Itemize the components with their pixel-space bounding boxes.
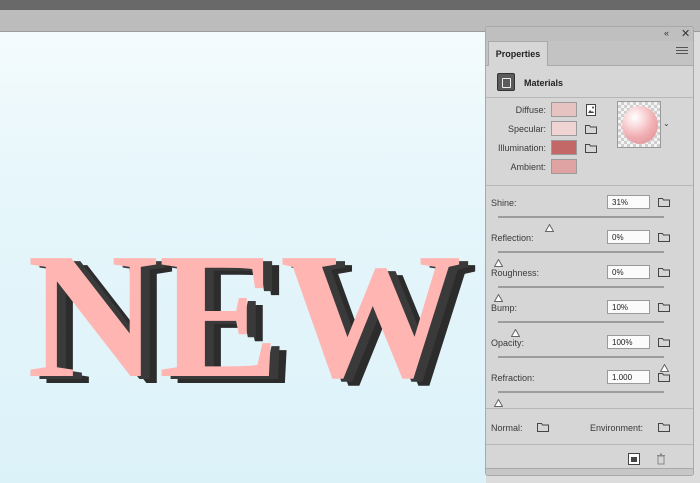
bump-value-input[interactable]: 10% (607, 300, 650, 314)
environment-label: Environment: (590, 423, 644, 433)
chevron-down-icon[interactable]: ⌄ (663, 119, 672, 129)
diffuse-label: Diffuse: (515, 105, 546, 115)
illumination-label: Illumination: (497, 143, 546, 153)
refraction-label: Refraction: (491, 373, 535, 383)
bump-slider-knob[interactable] (510, 324, 520, 337)
shine-folder-icon[interactable] (658, 197, 670, 207)
roughness-slider-track[interactable] (498, 286, 664, 288)
properties-panel: « ✕ Properties Materials Diffuse: Specul… (485, 26, 694, 476)
materials-header: Materials (486, 67, 693, 97)
trash-icon[interactable] (655, 452, 667, 465)
ambient-label: Ambient: (510, 162, 546, 172)
opacity-slider-track[interactable] (498, 356, 664, 358)
refraction-folder-icon[interactable] (658, 372, 670, 382)
ambient-swatch[interactable] (551, 159, 577, 174)
collapse-panel-icon[interactable]: « (664, 28, 669, 38)
illumination-swatch[interactable] (551, 140, 577, 155)
divider (486, 97, 693, 98)
materials-icon (497, 73, 515, 91)
reflection-slider-track[interactable] (498, 251, 664, 253)
reflection-label: Reflection: (491, 233, 534, 243)
specular-swatch[interactable] (551, 121, 577, 136)
reflection-value-input[interactable]: 0% (607, 230, 650, 244)
refraction-value-input[interactable]: 1.000 (607, 370, 650, 384)
tab-properties[interactable]: Properties (488, 41, 548, 66)
reflection-folder-icon[interactable] (658, 232, 670, 242)
app-top-bar (0, 0, 700, 10)
panel-menu-icon[interactable] (676, 47, 688, 57)
panel-title-bar: « ✕ (486, 27, 693, 41)
normal-folder-icon[interactable] (537, 422, 549, 432)
render-icon[interactable] (628, 452, 640, 465)
specular-label: Specular: (507, 124, 546, 134)
roughness-value-input[interactable]: 0% (607, 265, 650, 279)
opacity-value-input[interactable]: 100% (607, 335, 650, 349)
divider (486, 444, 693, 445)
refraction-slider-knob[interactable] (493, 394, 504, 407)
close-panel-icon[interactable]: ✕ (681, 27, 690, 40)
document-canvas[interactable]: NEW NEW NEW (0, 32, 486, 483)
shine-slider-track[interactable] (498, 216, 664, 218)
refraction-slider-track[interactable] (498, 391, 664, 393)
section-title: Materials (524, 78, 564, 88)
shine-slider-knob[interactable] (545, 219, 555, 232)
divider (486, 408, 693, 409)
material-preview[interactable] (617, 101, 661, 148)
opacity-label: Opacity: (491, 338, 525, 348)
text-art: NEW NEW NEW (27, 216, 478, 422)
folder-icon[interactable] (585, 124, 597, 134)
texture-document-icon[interactable] (585, 104, 597, 116)
environment-folder-icon[interactable] (658, 422, 670, 432)
opacity-folder-icon[interactable] (658, 337, 670, 347)
bump-label: Bump: (491, 303, 518, 313)
divider (486, 185, 693, 186)
normal-label: Normal: (491, 423, 523, 433)
reflection-slider-knob[interactable] (493, 254, 504, 267)
roughness-slider-knob[interactable] (493, 289, 504, 302)
shine-value-input[interactable]: 31% (607, 195, 650, 209)
material-sphere-preview (622, 106, 658, 144)
bump-slider-track[interactable] (498, 321, 664, 323)
roughness-label: Roughness: (491, 268, 540, 278)
roughness-folder-icon[interactable] (658, 267, 670, 277)
panel-tab-row: Properties (486, 41, 693, 66)
opacity-slider-knob[interactable] (659, 359, 670, 372)
folder-icon[interactable] (585, 143, 597, 153)
diffuse-swatch[interactable] (551, 102, 577, 117)
text-face-layer: NEW (27, 216, 462, 415)
bump-folder-icon[interactable] (658, 302, 670, 312)
panel-bottom-bar (486, 468, 693, 475)
shine-label: Shine: (491, 198, 517, 208)
